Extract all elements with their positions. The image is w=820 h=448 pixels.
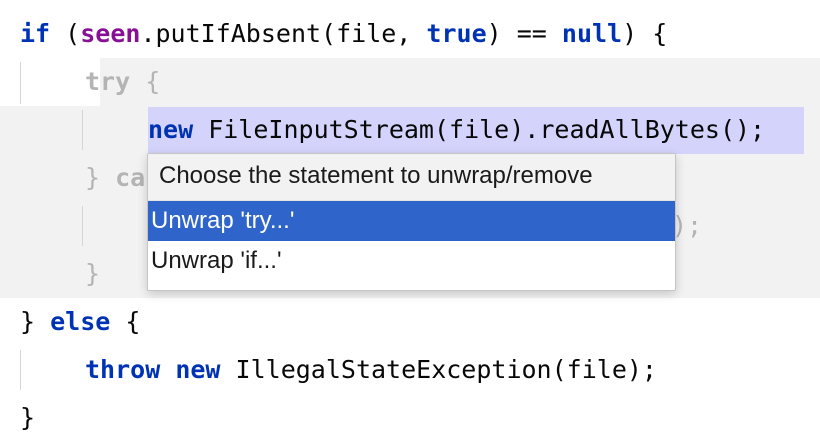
- code-text: (: [50, 19, 81, 48]
- code-line-9: }: [20, 394, 35, 442]
- indent-guide: [82, 110, 83, 150]
- code-text: }: [20, 307, 51, 336]
- indent-guide: [20, 62, 21, 104]
- code-text: ) {: [622, 19, 668, 48]
- code-line-2: try {: [85, 58, 160, 106]
- keyword-new: new: [148, 115, 194, 144]
- unwrap-try-option[interactable]: Unwrap 'try...': [148, 201, 675, 241]
- unwrap-popup: Choose the statement to unwrap/remove Un…: [147, 153, 676, 291]
- code-text: {: [110, 307, 141, 336]
- code-text: {: [130, 67, 161, 96]
- code-line-1: if (seen.putIfAbsent(file, true) == null…: [20, 10, 667, 58]
- keyword-true: true: [426, 19, 487, 48]
- code-text: }: [85, 163, 116, 192]
- indent-guide: [20, 350, 21, 390]
- keyword-null: null: [561, 19, 623, 48]
- code-line-6: }: [85, 250, 100, 298]
- keyword-new: new: [175, 355, 221, 384]
- keyword-else: else: [50, 307, 111, 336]
- keyword-try: try: [85, 67, 131, 96]
- keyword-if: if: [20, 19, 51, 48]
- field-seen: seen: [80, 19, 141, 48]
- code-line-4: } ca: [85, 154, 145, 202]
- code-text: }: [85, 259, 101, 288]
- code-text: IllegalStateException(file);: [220, 355, 657, 384]
- indent-guide: [82, 206, 83, 246]
- code-text: }: [20, 403, 36, 432]
- code-line-5: );: [672, 202, 702, 250]
- unwrap-if-option[interactable]: Unwrap 'if...': [148, 241, 675, 281]
- code-line-7: } else {: [20, 298, 140, 346]
- code-text: );: [672, 211, 703, 240]
- keyword-catch-partial: ca: [115, 163, 146, 192]
- code-text: FileInputStream(file).readAllBytes();: [193, 115, 766, 144]
- keyword-throw: throw: [85, 355, 161, 384]
- code-text: ) ==: [486, 19, 562, 48]
- popup-title: Choose the statement to unwrap/remove: [148, 154, 675, 201]
- code-text: .putIfAbsent(file,: [140, 19, 427, 48]
- code-line-3: new FileInputStream(file).readAllBytes()…: [148, 106, 765, 154]
- code-line-8: throw new IllegalStateException(file);: [85, 346, 657, 394]
